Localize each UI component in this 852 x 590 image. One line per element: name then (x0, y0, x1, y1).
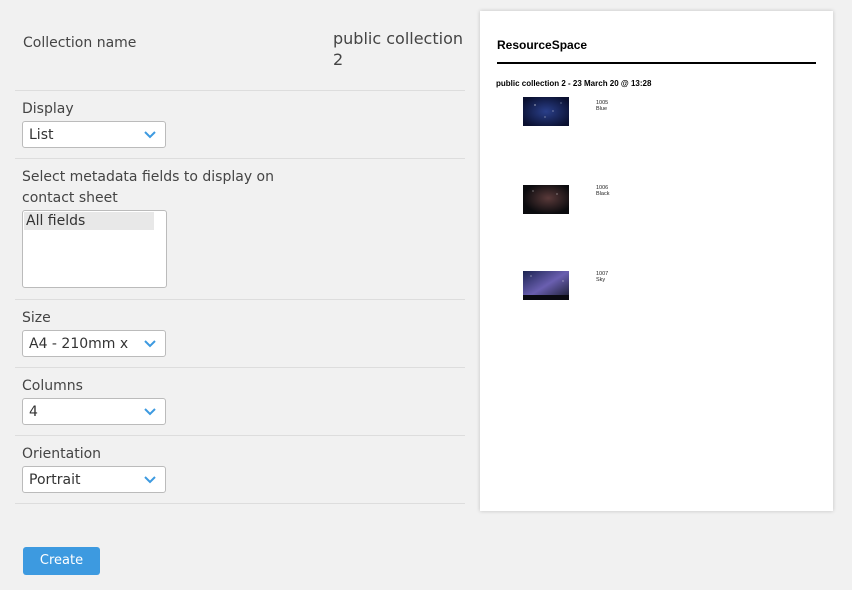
columns-label: Columns (22, 378, 83, 394)
preview-item-1-title: Blue (596, 106, 608, 112)
collection-name-row: Collection name public collection 2 (15, 18, 465, 91)
display-select[interactable]: List (22, 121, 166, 148)
metadata-option-all-fields[interactable]: All fields (24, 212, 154, 230)
preview-divider (497, 62, 816, 64)
collection-name-value: public collection 2 (333, 29, 463, 69)
preview-item-3-title: Sky (596, 277, 606, 283)
preview-heading: public collection 2 - 23 March 20 @ 13:2… (496, 79, 652, 88)
preview-item-2: 1006 Black (596, 185, 609, 197)
contact-sheet-preview: ResourceSpace public collection 2 - 23 M… (480, 11, 833, 511)
columns-select[interactable]: 4 (22, 398, 166, 425)
size-select-value: A4 - 210mm x (29, 336, 129, 352)
display-label: Display (22, 101, 74, 117)
metadata-label: Select metadata fields to display on con… (22, 169, 274, 206)
chevron-down-icon (144, 131, 156, 139)
size-row: Size A4 - 210mm x (15, 300, 465, 368)
chevron-down-icon (144, 408, 156, 416)
orientation-select[interactable]: Portrait (22, 466, 166, 493)
orientation-select-value: Portrait (29, 472, 81, 488)
create-button[interactable]: Create (23, 547, 100, 575)
chevron-down-icon (144, 340, 156, 348)
thumbnail-blue (523, 97, 569, 126)
metadata-fields-select[interactable]: All fields (22, 210, 167, 288)
contact-sheet-form: Collection name public collection 2 Disp… (15, 18, 465, 504)
preview-item-3: 1007 Sky (596, 271, 608, 283)
thumbnail-sky (523, 271, 569, 300)
metadata-row: Select metadata fields to display on con… (15, 159, 465, 300)
preview-item-2-title: Black (596, 191, 610, 197)
size-label: Size (22, 310, 51, 326)
collection-name-label: Collection name (23, 35, 137, 51)
orientation-row: Orientation Portrait (15, 436, 465, 504)
columns-row: Columns 4 (15, 368, 465, 436)
columns-select-value: 4 (29, 404, 38, 420)
size-select[interactable]: A4 - 210mm x (22, 330, 166, 357)
orientation-label: Orientation (22, 446, 102, 462)
preview-logo: ResourceSpace (497, 38, 588, 52)
thumbnail-black (523, 185, 569, 214)
display-select-value: List (29, 127, 54, 143)
chevron-down-icon (144, 476, 156, 484)
display-row: Display List (15, 91, 465, 159)
preview-item-1: 1005 Blue (596, 100, 608, 112)
